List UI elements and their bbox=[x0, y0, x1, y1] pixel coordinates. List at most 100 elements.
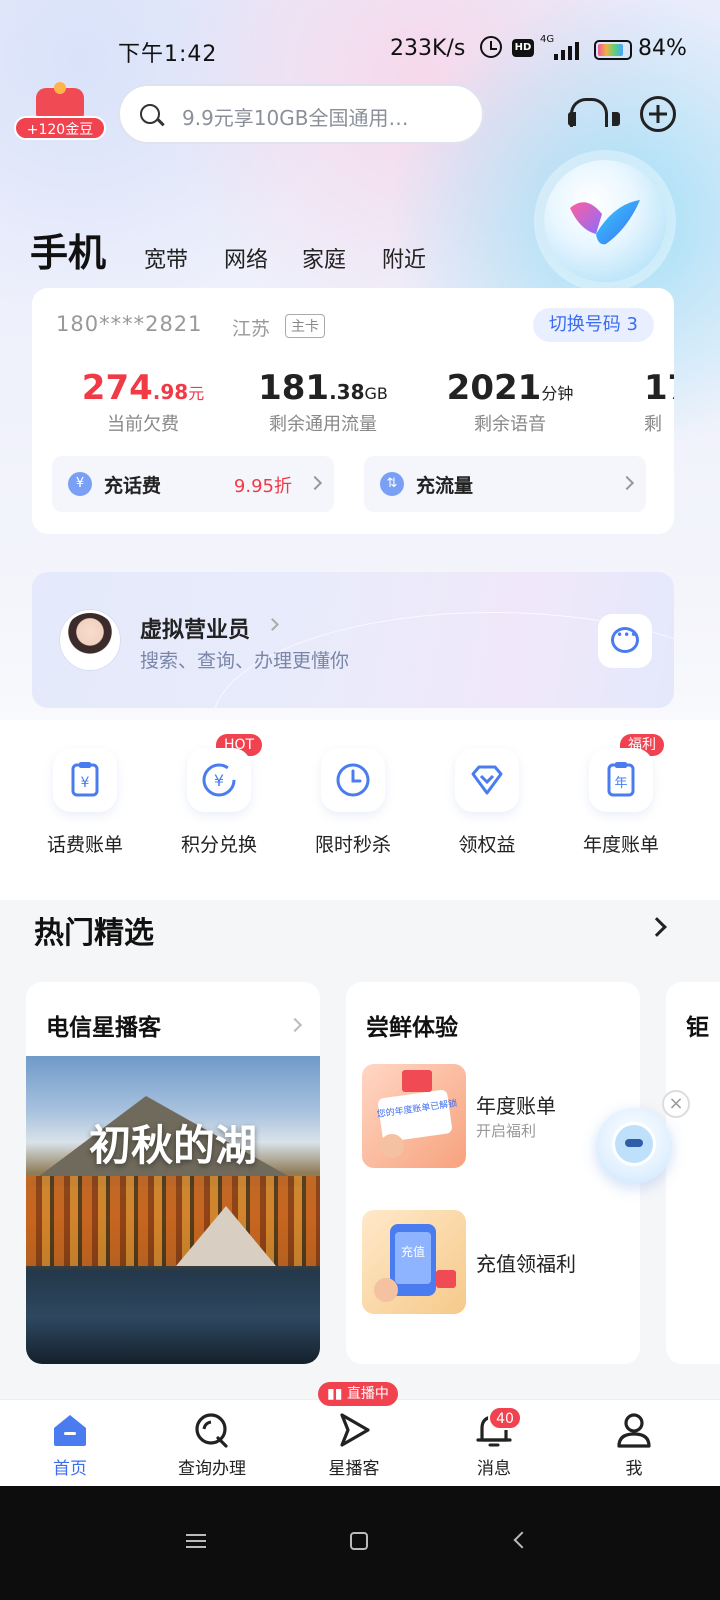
item-label: 充值领福利 bbox=[476, 1252, 576, 1276]
chevron-right-icon bbox=[287, 1017, 303, 1033]
close-icon[interactable]: × bbox=[662, 1090, 690, 1118]
nav-home[interactable]: 首页 bbox=[10, 1412, 130, 1479]
thumbnail-text: 充值 bbox=[401, 1244, 425, 1259]
quick-icon-label: 限时秒杀 bbox=[314, 834, 391, 856]
discount-label: 9.95折 bbox=[233, 476, 292, 497]
hd-icon: HD bbox=[512, 39, 534, 57]
item-sublabel: 开启福利 bbox=[476, 1122, 537, 1140]
battery-percent: 84% bbox=[638, 36, 687, 61]
card-title: 尝鲜体验 bbox=[366, 1015, 458, 1041]
stat-value: 274 bbox=[81, 368, 153, 408]
province: 江苏 bbox=[232, 318, 271, 340]
chevron-right-icon[interactable] bbox=[647, 917, 667, 937]
tab-network[interactable]: 网络 bbox=[224, 242, 268, 274]
quick-icon-label: 积分兑换 bbox=[180, 834, 257, 856]
agent-avatar bbox=[60, 610, 120, 670]
live-badge-label: 直播中 bbox=[346, 1386, 389, 1402]
nav-query[interactable]: 查询办理 bbox=[152, 1412, 272, 1479]
recharge-thumbnail[interactable]: 充值 bbox=[362, 1210, 466, 1314]
stat-label: 剩 bbox=[644, 414, 662, 435]
stat-more[interactable]: 17 剩 bbox=[644, 368, 674, 436]
add-icon[interactable] bbox=[640, 96, 676, 132]
virtual-agent-banner[interactable]: 虚拟营业员 搜索、查询、办理更懂你 bbox=[32, 572, 674, 708]
stat-label: 剩余通用流量 bbox=[269, 414, 377, 435]
phone-number: 180****2821 bbox=[56, 312, 203, 336]
stat-balance[interactable]: 274.98元 当前欠费 bbox=[68, 368, 218, 436]
chat-bubble-icon bbox=[611, 627, 639, 653]
switch-number-button[interactable]: 切换号码 3 bbox=[532, 308, 654, 342]
stat-unit: 分钟 bbox=[541, 384, 574, 403]
stat-voice[interactable]: 2021分钟 剩余语音 bbox=[440, 368, 580, 436]
data-coin-icon: ⇅ bbox=[380, 472, 404, 496]
stat-value: 17 bbox=[644, 368, 674, 408]
system-nav-bar bbox=[0, 1486, 720, 1600]
quick-icon-label: 话费账单 bbox=[46, 834, 123, 856]
svg-text:¥: ¥ bbox=[81, 775, 90, 791]
tab-broadband[interactable]: 宽带 bbox=[144, 242, 188, 274]
hot-picks-title: 热门精选 bbox=[34, 916, 154, 951]
live-badge[interactable]: ▮▮ 直播中 bbox=[318, 1382, 398, 1406]
user-icon bbox=[617, 1413, 651, 1448]
menu-icon[interactable] bbox=[186, 1534, 206, 1548]
quick-icon-label: 年度账单 bbox=[582, 834, 659, 856]
search-icon bbox=[140, 104, 160, 124]
chat-button[interactable] bbox=[598, 614, 652, 668]
lake-image[interactable]: 初秋的湖 bbox=[26, 1056, 320, 1364]
battery-icon bbox=[594, 40, 632, 60]
tab-nearby[interactable]: 附近 bbox=[382, 242, 426, 274]
bottom-nav: 首页 查询办理 星播客 消息 我 ▮▮ 直播中 40 bbox=[0, 1382, 720, 1486]
svg-text:¥: ¥ bbox=[214, 771, 224, 790]
brand-assistant-bubble[interactable] bbox=[544, 160, 666, 282]
card-title: 电信星播客 bbox=[46, 1015, 161, 1041]
card-star-podcast[interactable]: 电信星播客 初秋的湖 bbox=[26, 982, 320, 1364]
customer-service-icon[interactable] bbox=[566, 94, 620, 134]
back-icon[interactable] bbox=[513, 1531, 531, 1549]
stat-decimal: .98 bbox=[152, 380, 189, 404]
search-bar[interactable]: 9.9元享10GB全国通用… bbox=[118, 84, 484, 144]
agent-subtitle: 搜索、查询、办理更懂你 bbox=[140, 650, 350, 672]
floating-assistant[interactable] bbox=[596, 1108, 672, 1184]
query-icon bbox=[195, 1413, 228, 1448]
stat-unit: GB bbox=[364, 384, 388, 403]
tab-phone[interactable]: 手机 bbox=[30, 222, 106, 277]
nav-label: 消息 bbox=[477, 1459, 511, 1479]
recharge-label: 充流量 bbox=[416, 475, 474, 497]
card-trial-experience[interactable]: 尝鲜体验 您的年度账单已解锁 年度账单 开启福利 充值 充值领福利 bbox=[346, 982, 640, 1364]
tab-family[interactable]: 家庭 bbox=[302, 242, 346, 274]
recharge-bill-button[interactable]: ¥ 充话费 9.95折 bbox=[52, 456, 334, 512]
recharge-data-button[interactable]: ⇅ 充流量 bbox=[364, 456, 646, 512]
status-speed: 233K/s bbox=[390, 36, 466, 61]
item-label: 年度账单 bbox=[476, 1094, 556, 1118]
quick-bill[interactable]: ¥ 话费账单 bbox=[20, 748, 150, 857]
annual-bill-icon: 年 bbox=[589, 748, 653, 812]
message-count-badge: 40 bbox=[488, 1406, 522, 1430]
quick-points[interactable]: HOT ¥ 积分兑换 bbox=[154, 734, 284, 857]
search-placeholder: 9.9元享10GB全国通用… bbox=[182, 106, 409, 130]
card-partial[interactable]: 钜 bbox=[666, 982, 720, 1364]
quick-icon-label: 领权益 bbox=[458, 834, 516, 856]
svg-text:年: 年 bbox=[614, 776, 627, 791]
quick-flash-sale[interactable]: 限时秒杀 bbox=[288, 748, 418, 857]
home-square-icon[interactable] bbox=[350, 1532, 368, 1550]
clock-icon bbox=[321, 748, 385, 812]
bill-icon: ¥ bbox=[53, 748, 117, 812]
gold-bean-badge[interactable]: +120金豆 bbox=[14, 82, 106, 140]
nav-podcast[interactable]: 星播客 bbox=[294, 1412, 414, 1479]
quick-annual-bill[interactable]: 福利 年 年度账单 bbox=[556, 734, 686, 857]
nav-label: 查询办理 bbox=[178, 1459, 246, 1479]
signal-icon bbox=[548, 40, 584, 60]
annual-bill-thumbnail[interactable]: 您的年度账单已解锁 bbox=[362, 1064, 466, 1168]
stat-value: 2021 bbox=[446, 368, 542, 408]
agent-title: 虚拟营业员 bbox=[140, 618, 251, 643]
stat-label: 当前欠费 bbox=[107, 414, 179, 435]
diamond-icon bbox=[455, 748, 519, 812]
main-card-tag: 主卡 bbox=[285, 314, 325, 338]
points-exchange-icon: ¥ bbox=[187, 748, 251, 812]
alarm-icon bbox=[480, 36, 502, 58]
image-caption: 初秋的湖 bbox=[88, 1121, 257, 1170]
stat-data[interactable]: 181.38GB 剩余通用流量 bbox=[248, 368, 398, 436]
quick-benefits[interactable]: 领权益 bbox=[422, 748, 552, 857]
gold-bean-label: +120金豆 bbox=[14, 116, 106, 140]
nav-me[interactable]: 我 bbox=[574, 1412, 694, 1479]
stat-decimal: .38 bbox=[329, 380, 365, 404]
